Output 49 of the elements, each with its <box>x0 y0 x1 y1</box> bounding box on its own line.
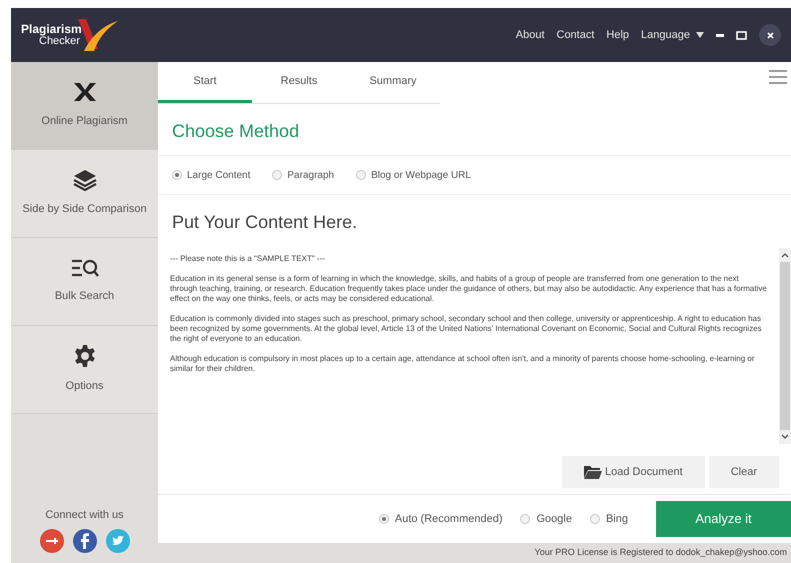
folder-icon <box>584 465 602 479</box>
analyze-button[interactable]: Analyze it <box>656 501 791 537</box>
content-textarea[interactable]: --- Please note this is a "SAMPLE TEXT" --- Education in its general sense is a form of learning in which the knowledge, skills, and habits of a group of people are transferred from one generation to the next through teaching, training, or research. Education frequently takes place under the guidance of others, but may also be autodidactic. Any experience that has a formative effect on the way one thinks, feels, or acts may be considered educational. Education is commonly divided into stages such as preschool, primary school, secondary school and then college, university or apprenticeship. A right to education has been recognized by some governments. At the global level, Article 13 of the United Nations' International Covenant on Economic, Social and Cultural Rights recognizes the right of everyone to an education. Although education is compulsory in most places up to a certain age, attendance at school often isn't, and a minority of parents choose home-schooling, e-learning or similar for their children. <box>158 248 779 444</box>
x-logo-icon <box>72 81 98 104</box>
clear-button[interactable]: Clear <box>708 456 779 488</box>
radio-label[interactable]: Auto (Recommended) <box>394 510 502 528</box>
logo-text: Checker <box>39 35 80 47</box>
twitter-icon[interactable] <box>106 529 130 553</box>
maximize-icon[interactable] <box>736 30 747 40</box>
section-title: Choose Method <box>171 120 300 143</box>
sidebar-item[interactable]: Options <box>11 326 158 414</box>
caret-icon[interactable] <box>696 32 704 38</box>
tab[interactable]: Results <box>252 62 346 103</box>
menu-link[interactable]: Contact <box>556 26 594 44</box>
sidebar-item[interactable]: Side by Side Comparison <box>11 150 158 238</box>
radio-button[interactable] <box>356 170 366 180</box>
radio-label[interactable]: Paragraph <box>287 168 334 182</box>
radio-button[interactable] <box>378 514 389 524</box>
layers-icon <box>72 169 96 192</box>
close-button[interactable] <box>759 24 781 46</box>
settings-icon <box>72 344 96 368</box>
scroll-up-icon[interactable] <box>781 252 789 258</box>
radio-button[interactable] <box>272 170 282 180</box>
search-list-icon <box>70 258 98 278</box>
menu-link[interactable]: Help <box>606 26 630 44</box>
facebook-icon[interactable] <box>72 529 96 553</box>
sidebar-item[interactable]: Bulk Search <box>11 238 158 326</box>
scroll-down-icon[interactable] <box>781 434 789 440</box>
radio-label[interactable]: Blog or Webpage URL <box>371 168 471 182</box>
radio-button[interactable] <box>520 514 530 524</box>
menu-icon[interactable] <box>769 70 787 84</box>
radio-label[interactable]: Large Content <box>187 168 250 182</box>
connect-label: Connect with us <box>45 508 124 522</box>
minimize-icon[interactable] <box>716 34 724 36</box>
license-text: Your PRO License is Registered to dodok_chakep@yshoo.com <box>534 546 787 560</box>
tab[interactable]: Summary <box>346 62 440 103</box>
radio-button[interactable] <box>172 170 182 180</box>
sidebar-item[interactable]: Online Plagiarism <box>11 62 158 150</box>
radio-label[interactable]: Google <box>536 510 572 528</box>
radio-label[interactable]: Bing <box>606 510 628 528</box>
content-title: Put Your Content Here. <box>171 211 358 234</box>
radio-button[interactable] <box>590 514 600 524</box>
logo-text: Plagiarism <box>21 23 82 35</box>
menu-link[interactable]: Language <box>641 26 690 44</box>
tab[interactable]: Start <box>158 62 252 103</box>
close-icon[interactable] <box>766 32 774 38</box>
menu-link[interactable]: About <box>516 26 544 44</box>
load-document-button[interactable]: Load Document <box>562 456 705 488</box>
scrollbar[interactable] <box>779 248 791 444</box>
